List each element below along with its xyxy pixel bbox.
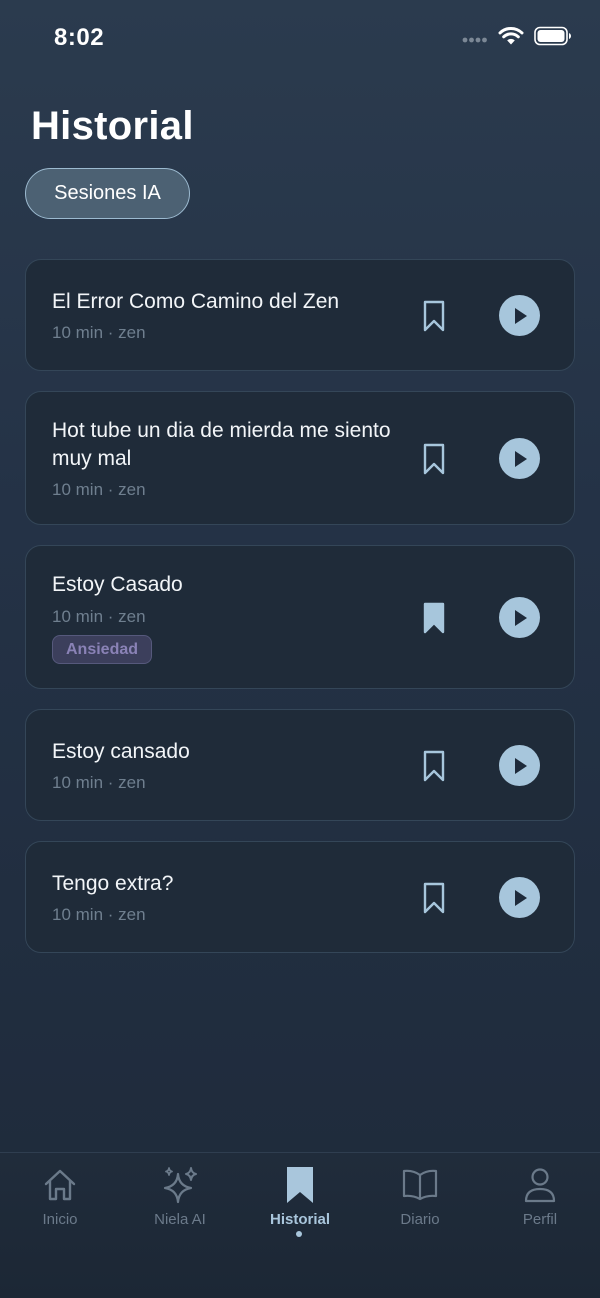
session-card[interactable]: Hot tube un dia de mierda me siento muy … [25, 391, 575, 525]
session-title: El Error Como Camino del Zen [52, 290, 340, 313]
session-title: Hot tube un dia de mierda me siento muy … [52, 419, 391, 470]
bookmark-outline-icon [423, 750, 445, 782]
tab-diario[interactable]: Diario [360, 1165, 480, 1245]
book-icon [400, 1165, 440, 1205]
status-time: 8:02 [54, 24, 105, 51]
session-meta: 10 min · zen [52, 323, 146, 342]
wifi-icon [498, 26, 524, 51]
sparkles-icon [160, 1165, 200, 1205]
bookmark-filled-icon [423, 602, 445, 634]
active-tab-indicator [296, 1231, 302, 1237]
play-button[interactable] [499, 295, 540, 336]
tab-label: Inicio [42, 1211, 78, 1228]
play-icon [514, 450, 527, 467]
status-bar: 8:02 [0, 0, 600, 80]
bottom-tab-bar: Inicio Niela AI Historial Diario Perfil [0, 1152, 600, 1298]
play-icon [514, 889, 527, 906]
tab-label: Niela AI [154, 1211, 206, 1228]
battery-icon [534, 26, 572, 51]
play-icon [514, 757, 527, 774]
session-title: Estoy cansado [52, 740, 190, 763]
tab-perfil[interactable]: Perfil [480, 1165, 600, 1245]
bookmark-button[interactable] [421, 601, 447, 635]
session-tag: Ansiedad [52, 635, 153, 664]
bookmark-outline-icon [423, 882, 445, 914]
session-meta: 10 min · zen [52, 905, 146, 924]
play-button[interactable] [499, 438, 540, 479]
session-card[interactable]: Estoy cansado 10 min · zen [25, 709, 575, 821]
home-icon [40, 1165, 80, 1205]
session-title: Estoy Casado [52, 573, 183, 596]
tab-niela-ai[interactable]: Niela AI [120, 1165, 240, 1245]
session-card[interactable]: Estoy Casado 10 min · zen Ansiedad [25, 545, 575, 689]
session-meta: 10 min · zen [52, 480, 146, 499]
bookmark-icon [280, 1165, 320, 1205]
user-icon [520, 1165, 560, 1205]
play-icon [514, 609, 527, 626]
play-button[interactable] [499, 745, 540, 786]
bookmark-button[interactable] [421, 749, 447, 783]
sessions-ai-filter-chip[interactable]: Sesiones IA [25, 168, 190, 219]
session-card[interactable]: El Error Como Camino del Zen 10 min · ze… [25, 259, 575, 371]
bookmark-outline-icon [423, 300, 445, 332]
play-icon [514, 307, 527, 324]
tab-label: Perfil [522, 1211, 558, 1228]
play-button[interactable] [499, 597, 540, 638]
session-card[interactable]: Tengo extra? 10 min · zen [25, 841, 575, 953]
tab-inicio[interactable]: Inicio [0, 1165, 120, 1245]
tab-label: Historial [269, 1211, 330, 1228]
bookmark-outline-icon [423, 443, 445, 475]
bookmark-button[interactable] [421, 299, 447, 333]
session-meta: 10 min · zen [52, 607, 146, 626]
status-icons [462, 26, 572, 51]
bookmark-button[interactable] [421, 881, 447, 915]
page-title: Historial [31, 104, 194, 148]
session-title: Tengo extra? [52, 872, 174, 895]
session-meta: 10 min · zen [52, 773, 146, 792]
play-button[interactable] [499, 877, 540, 918]
bookmark-button[interactable] [421, 442, 447, 476]
tab-label: Diario [400, 1211, 440, 1228]
signal-icon [462, 30, 488, 48]
